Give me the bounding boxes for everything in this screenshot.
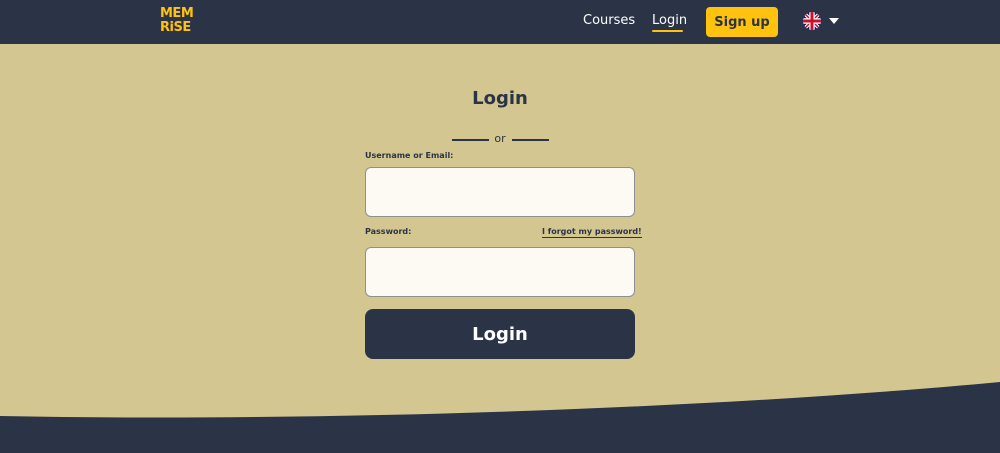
divider-line-left	[452, 139, 489, 141]
forgot-password-link[interactable]: I forgot my password!	[542, 227, 642, 238]
signup-button[interactable]: Sign up	[706, 7, 778, 37]
username-label: Username or Email:	[365, 151, 454, 160]
uk-flag-icon[interactable]	[803, 12, 821, 30]
memrise-logo[interactable]: MEM RiSE	[160, 6, 194, 35]
top-navigation-bar: MEM RiSE Courses Login Sign up	[0, 0, 1000, 44]
logo-line-1: MEM	[160, 6, 194, 21]
password-input[interactable]	[365, 247, 635, 297]
username-input[interactable]	[365, 167, 635, 217]
page-title: Login	[472, 88, 528, 109]
password-label: Password:	[365, 227, 412, 236]
active-nav-underline	[652, 30, 683, 32]
logo-line-2: RiSE	[160, 20, 191, 35]
nav-login-link[interactable]: Login	[652, 13, 687, 28]
chevron-down-icon[interactable]	[829, 18, 839, 24]
divider-or-text: or	[494, 132, 506, 145]
nav-courses-link[interactable]: Courses	[583, 13, 635, 28]
login-button[interactable]: Login	[365, 309, 635, 359]
footer-wave	[0, 382, 1000, 453]
divider-line-right	[512, 139, 549, 141]
